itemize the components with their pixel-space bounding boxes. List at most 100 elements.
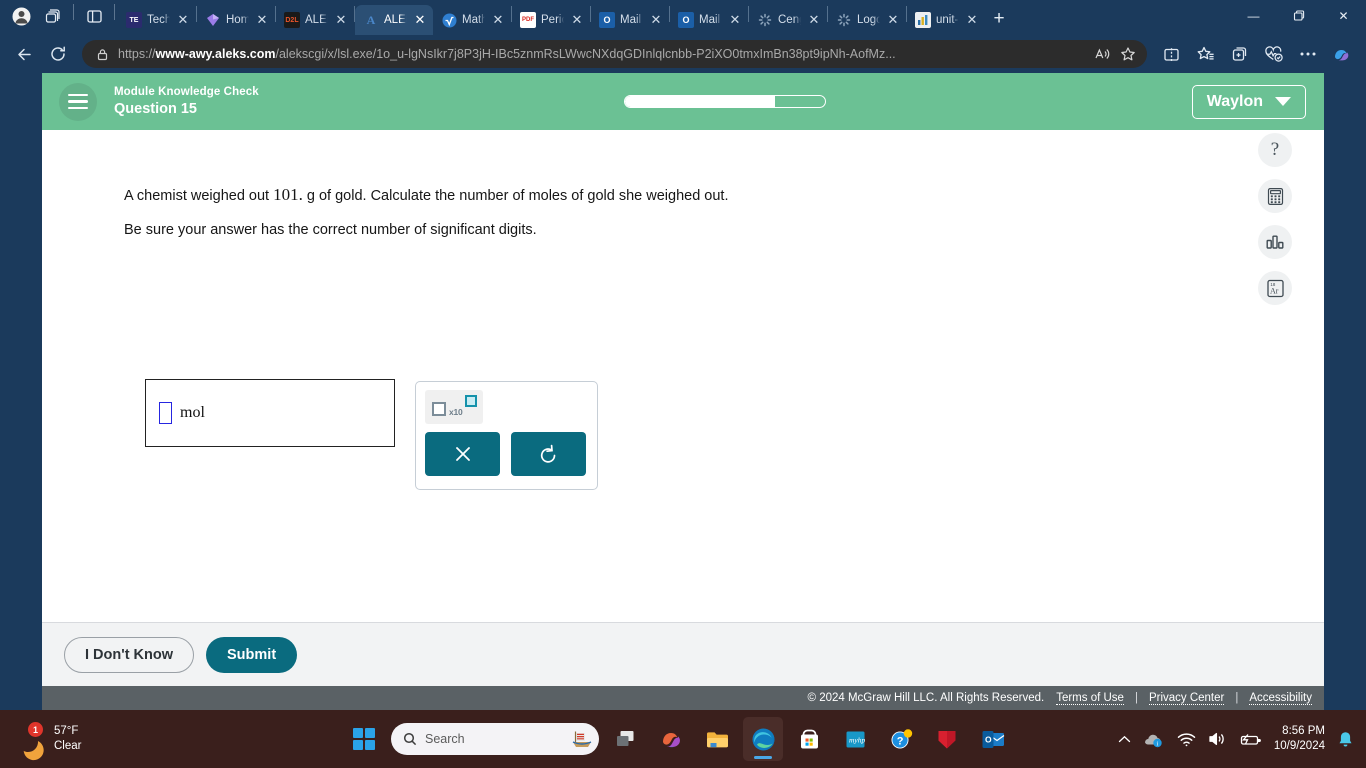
- moon-icon: 1: [16, 722, 46, 754]
- browser-tab[interactable]: D2L ALEKS ✕: [276, 5, 354, 35]
- copilot-icon[interactable]: [1325, 39, 1358, 69]
- copilot-icon[interactable]: [651, 717, 691, 761]
- weather-text: 57°F Clear: [54, 724, 81, 754]
- tab-close-icon[interactable]: ✕: [964, 12, 980, 28]
- close-window-button[interactable]: ✕: [1321, 0, 1366, 32]
- browser-tab[interactable]: unit-c ✕: [907, 5, 985, 35]
- taskbar-clock[interactable]: 8:56 PM 10/9/2024: [1274, 724, 1325, 754]
- more-options-icon[interactable]: [1291, 39, 1324, 69]
- taskbar-search-box[interactable]: Search: [391, 723, 599, 755]
- answer-input-box[interactable]: mol: [145, 379, 395, 447]
- aleks-icon: A: [366, 12, 376, 27]
- tab-close-icon[interactable]: ✕: [648, 12, 664, 28]
- volume-icon[interactable]: [1208, 731, 1227, 747]
- tab-title: Home: [226, 14, 249, 26]
- privacy-center-link[interactable]: Privacy Center: [1148, 692, 1225, 705]
- new-tab-button[interactable]: +: [985, 5, 1013, 33]
- minimize-button[interactable]: —: [1231, 0, 1276, 32]
- module-subtitle: Module Knowledge Check: [114, 86, 259, 98]
- outlook-icon: O: [599, 12, 615, 28]
- clock-time: 8:56 PM: [1282, 725, 1325, 737]
- bar-chart-icon[interactable]: [1258, 225, 1292, 259]
- show-hidden-icons-chevron[interactable]: [1118, 735, 1131, 744]
- refresh-icon[interactable]: [42, 39, 74, 69]
- browser-tab[interactable]: Logou ✕: [828, 5, 906, 35]
- workspaces-icon[interactable]: [38, 2, 68, 30]
- tab-close-icon[interactable]: ✕: [885, 12, 901, 28]
- browser-toolbar: https://www-awy.aleks.com/alekscgi/x/lsl…: [0, 35, 1366, 73]
- outlook-app-icon[interactable]: O: [973, 717, 1013, 761]
- help-app-icon[interactable]: ?: [881, 717, 921, 761]
- file-explorer-icon[interactable]: [697, 717, 737, 761]
- question-line-1: A chemist weighed out 101. g of gold. Ca…: [124, 185, 729, 204]
- wifi-icon[interactable]: [1177, 732, 1196, 747]
- profile-icon[interactable]: [6, 2, 36, 30]
- tab-close-icon[interactable]: ✕: [175, 12, 191, 28]
- back-icon[interactable]: [8, 39, 40, 69]
- split-screen-icon[interactable]: [1155, 39, 1188, 69]
- collections-icon[interactable]: [1223, 39, 1256, 69]
- mantissa-placeholder-icon: [432, 402, 446, 416]
- browser-tab[interactable]: MathC ✕: [433, 5, 511, 35]
- accessibility-link[interactable]: Accessibility: [1249, 692, 1312, 705]
- tab-close-icon[interactable]: ✕: [412, 12, 428, 28]
- undo-button[interactable]: [511, 432, 586, 476]
- svg-text:Ar: Ar: [1270, 286, 1279, 295]
- browser-tab-active[interactable]: A ALEKS ✕: [355, 5, 433, 35]
- help-icon[interactable]: ?: [1258, 133, 1292, 167]
- clear-button[interactable]: [425, 432, 500, 476]
- pdf-icon: PDF: [520, 12, 536, 28]
- browser-tab[interactable]: TE Tech|E ✕: [118, 5, 196, 35]
- start-button-icon[interactable]: [353, 728, 375, 750]
- microsoft-store-icon[interactable]: [789, 717, 829, 761]
- terms-of-use-link[interactable]: Terms of Use: [1056, 692, 1124, 705]
- page-viewport: Module Knowledge Check Question 15 Waylo…: [0, 73, 1366, 710]
- tab-close-icon[interactable]: ✕: [333, 12, 349, 28]
- address-bar[interactable]: https://www-awy.aleks.com/alekscgi/x/lsl…: [82, 40, 1147, 68]
- restore-button[interactable]: [1276, 0, 1321, 32]
- answer-input-field[interactable]: [159, 402, 172, 424]
- loading-spinner-icon: [836, 12, 852, 28]
- browser-tab[interactable]: O Mail - ✕: [591, 5, 669, 35]
- weather-temperature: 57°F: [54, 725, 79, 737]
- browser-tab[interactable]: PDF Period ✕: [512, 5, 590, 35]
- submit-button[interactable]: Submit: [206, 636, 298, 673]
- browser-essentials-icon[interactable]: [1257, 39, 1290, 69]
- menu-hamburger-icon[interactable]: [59, 82, 97, 121]
- user-menu-button[interactable]: Waylon: [1191, 84, 1306, 119]
- copyright-text: © 2024 McGraw Hill LLC. All Rights Reser…: [807, 692, 1045, 704]
- url-text: https://www-awy.aleks.com/alekscgi/x/lsl…: [118, 47, 896, 61]
- security-status-icon[interactable]: i: [1143, 730, 1165, 748]
- read-aloud-icon[interactable]: [1089, 42, 1115, 66]
- browser-tab[interactable]: Home ✕: [197, 5, 275, 35]
- weather-widget[interactable]: 1 57°F Clear: [0, 722, 250, 754]
- mcafee-icon[interactable]: [927, 717, 967, 761]
- scientific-notation-label: x10: [449, 407, 463, 417]
- toolbar-actions-row: [425, 432, 588, 476]
- tab-title: Cenga: [778, 14, 801, 26]
- task-view-icon[interactable]: [605, 717, 645, 761]
- gem-icon: [205, 12, 221, 28]
- browser-tab[interactable]: O Mail - ✕: [670, 5, 748, 35]
- tab-close-icon[interactable]: ✕: [569, 12, 585, 28]
- browser-tab[interactable]: Cenga ✕: [749, 5, 827, 35]
- tab-close-icon[interactable]: ✕: [490, 12, 506, 28]
- myhp-icon[interactable]: myhp: [835, 717, 875, 761]
- favorite-star-icon[interactable]: [1115, 42, 1141, 66]
- notification-bell-icon[interactable]: [1337, 730, 1354, 749]
- svg-text:?: ?: [896, 735, 903, 747]
- d2l-icon: D2L: [284, 12, 300, 28]
- tab-close-icon[interactable]: ✕: [727, 12, 743, 28]
- battery-icon[interactable]: [1239, 732, 1262, 747]
- viking-ship-icon: [572, 731, 592, 747]
- calculator-icon[interactable]: [1258, 179, 1292, 213]
- tab-close-icon[interactable]: ✕: [806, 12, 822, 28]
- edge-icon[interactable]: [743, 717, 783, 761]
- periodic-table-icon[interactable]: 18 Ar: [1258, 271, 1292, 305]
- tab-actions-icon[interactable]: [79, 2, 109, 30]
- scientific-notation-button[interactable]: x10: [425, 390, 483, 424]
- tab-close-icon[interactable]: ✕: [254, 12, 270, 28]
- divider: [114, 4, 115, 20]
- favorites-icon[interactable]: [1189, 39, 1222, 69]
- dont-know-button[interactable]: I Don't Know: [64, 636, 195, 673]
